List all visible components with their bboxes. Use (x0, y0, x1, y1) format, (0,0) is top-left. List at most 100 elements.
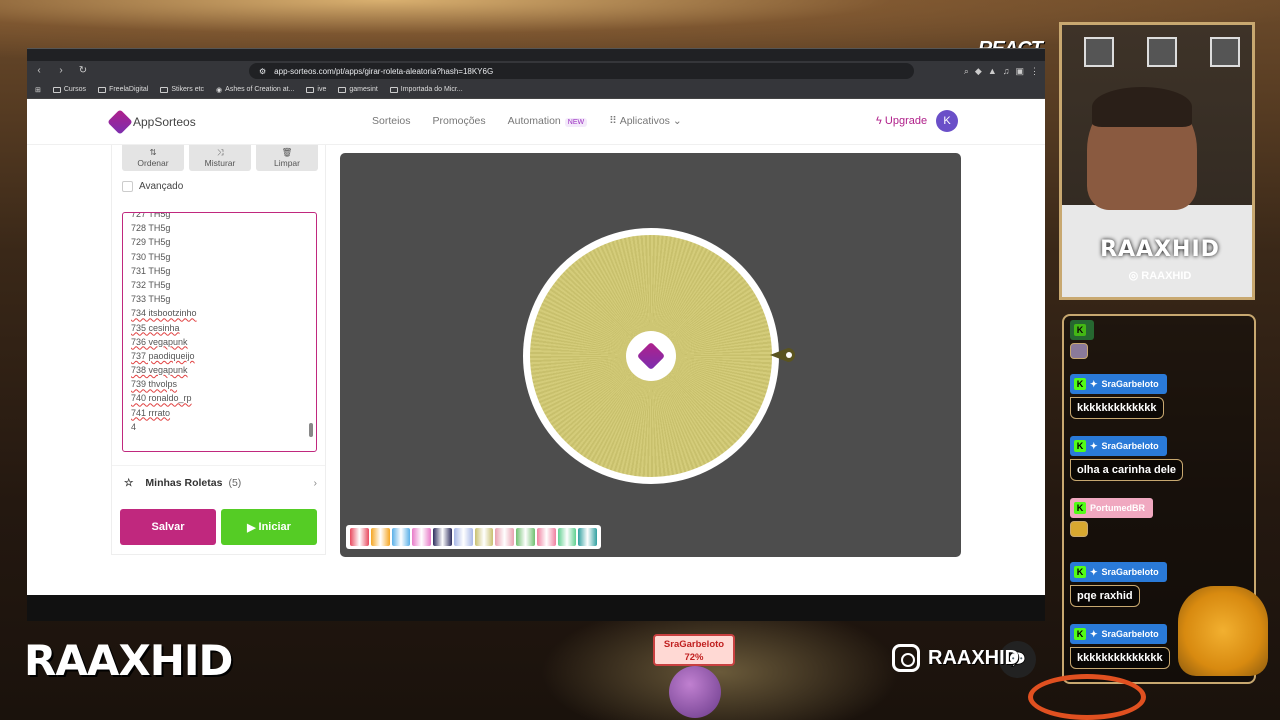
start-button[interactable]: ▶ Iniciar (221, 509, 317, 545)
shuffle-button[interactable]: ⤨ Misturar (189, 145, 251, 171)
entry-line: 734 itsbootzinho (131, 308, 197, 319)
basketball-hoop-icon (1028, 674, 1146, 720)
entry-line: 727 TH5g (131, 212, 171, 219)
wheel-pointer-icon (770, 348, 795, 362)
palette-swatch[interactable] (391, 528, 411, 546)
reload-icon[interactable]: ↻ (77, 65, 89, 77)
emote-icon (1070, 343, 1088, 359)
sort-button[interactable]: ⇅ Ordenar (122, 145, 184, 171)
nav-promocoes[interactable]: Promoções (433, 115, 486, 127)
roulette-wheel[interactable] (523, 228, 779, 484)
kick-icon: K (1074, 566, 1086, 578)
bookmark-item[interactable]: Stikers etc (160, 86, 204, 93)
entries-textarea[interactable]: 727 TH5g 728 TH5g 729 TH5g 730 TH5g 731 … (122, 212, 317, 452)
clear-button[interactable]: 🗑 Limpar (256, 145, 318, 171)
wheel-center[interactable] (626, 331, 676, 381)
basketball-icon (669, 666, 721, 718)
palette-swatch[interactable] (495, 528, 514, 546)
zoom-icon[interactable]: ⌕ (964, 66, 969, 77)
scroll-thumb[interactable] (309, 423, 313, 437)
nav-automation[interactable]: Automation NEW (508, 115, 588, 127)
palette-swatch[interactable] (433, 528, 452, 546)
badge-icon: ✦ (1090, 378, 1098, 389)
chat-message: K ✦ SraGarbeloto olha a carinha dele (1070, 436, 1184, 481)
bookmark-item[interactable]: Importada do Micr... (389, 86, 463, 93)
rewards-icon[interactable]: ▲ (988, 66, 997, 77)
palette-swatch[interactable] (412, 528, 431, 546)
tab-bar (27, 49, 1045, 61)
site-info-icon[interactable]: ⚙ (259, 67, 266, 76)
emote-icon (1070, 521, 1088, 537)
forward-icon[interactable]: › (55, 65, 67, 77)
star-icon: ☆ (124, 476, 134, 489)
new-badge: NEW (564, 118, 588, 127)
badge-icon: ✦ (1090, 628, 1098, 639)
palette-swatch[interactable] (557, 528, 577, 546)
grid-icon: ⠿ (609, 115, 620, 127)
chat-text: olha a carinha dele (1070, 459, 1184, 481)
chat-user-tag: K (1070, 320, 1094, 340)
chat-message: K ✦ SraGarbeloto pqe raxhid (1070, 562, 1167, 607)
nav-aplicativos[interactable]: ⠿ Aplicativos ⌄ (609, 115, 682, 127)
chat-text: pqe raxhid (1070, 585, 1140, 607)
menu-icon[interactable]: ⋮ (1030, 66, 1039, 77)
folder-icon (306, 86, 315, 93)
entries-panel: ⇅ Ordenar ⤨ Misturar 🗑 Limpar Avançado 727 … (111, 145, 326, 555)
bookmark-item[interactable]: ive (306, 86, 326, 93)
entry-line: 735 cesinha (131, 322, 180, 333)
back-icon[interactable]: ‹ (33, 65, 45, 77)
chat-message: K ✦ SraGarbeloto kkkkkkkkkkkkk (1070, 374, 1167, 419)
nav-sorteios[interactable]: Sorteios (372, 115, 411, 127)
entry-line: 737 paodiqueijo (131, 350, 195, 361)
entries-scrollbar[interactable] (308, 215, 314, 449)
my-wheels-row[interactable]: ☆ Minhas Roletas (5) › (112, 465, 325, 499)
extensions: ⌕ ◆ ▲ ♫ ▣ ⋮ (964, 66, 1039, 77)
main-nav: Sorteios Promoções Automation NEW ⠿ Aplic… (372, 115, 682, 127)
bookmark-item[interactable]: gamesint (338, 86, 378, 93)
entry-line: 738 vegapunk (131, 365, 188, 376)
palette-swatch[interactable] (350, 528, 369, 546)
browser-window: ‹ › ↻ ⚙ app-sorteos.com/pt/apps/girar-ro… (27, 48, 1045, 678)
play-icon: ▶ (247, 521, 256, 534)
brave-shield-icon[interactable]: ◆ (975, 66, 982, 77)
palette-swatch[interactable] (474, 528, 494, 546)
chat-user-tag: K ✦ SraGarbeloto (1070, 562, 1167, 582)
badge-icon: ✦ (1090, 566, 1098, 577)
bookmarks-bar: ⊞ Cursos FreelaDigital Stikers etc ◉ Ashe… (27, 81, 1045, 99)
chevron-right-icon: › (313, 476, 318, 489)
palette-swatch[interactable] (578, 528, 597, 546)
entry-line: 739 thvolps (131, 379, 178, 390)
chat-user-tag: K ✦ SraGarbeloto (1070, 624, 1167, 644)
bookmark-item[interactable]: FreelaDigital (98, 86, 148, 93)
entry-line: 728 TH5g (131, 223, 171, 234)
webcam-frame: RAAXHID ◎ RAAXHID (1059, 22, 1255, 300)
apps-icon[interactable]: ⊞ (35, 86, 41, 94)
bookmark-item[interactable]: ◉ Ashes of Creation at... (216, 86, 294, 94)
cam-name: RAAXHID (1100, 237, 1220, 262)
palette-swatch[interactable] (536, 528, 556, 546)
advanced-toggle[interactable]: Avançado (122, 181, 183, 192)
entry-line: 730 TH5g (131, 251, 171, 262)
palette-swatch[interactable] (370, 528, 390, 546)
chat-message: K (1070, 320, 1094, 364)
upgrade-link[interactable]: ϟ Upgrade (876, 115, 927, 127)
kick-icon: K (1074, 628, 1086, 640)
media-icon[interactable]: ♫ (1003, 66, 1010, 77)
address-field[interactable]: ⚙ app-sorteos.com/pt/apps/girar-roleta-a… (249, 63, 914, 79)
palette-swatch[interactable] (516, 528, 535, 546)
coin-pile-icon (1178, 586, 1268, 676)
advanced-checkbox[interactable] (122, 181, 133, 192)
badge-icon: ✦ (1090, 440, 1098, 451)
wheel-stage (340, 153, 961, 557)
avatar[interactable]: K (936, 110, 958, 132)
bookmark-item[interactable]: Cursos (52, 86, 86, 93)
color-palette (346, 525, 601, 549)
save-button[interactable]: Salvar (120, 509, 216, 545)
folder-icon (98, 86, 107, 93)
palette-swatch[interactable] (453, 528, 473, 546)
app-logo[interactable]: AppSorteos (107, 109, 196, 135)
trash-icon: 🗑 (281, 147, 293, 157)
chat-message: K PortumedBR (1070, 498, 1154, 542)
sidebar-icon[interactable]: ▣ (1015, 66, 1024, 77)
entry-line: 729 TH5g (131, 237, 171, 248)
